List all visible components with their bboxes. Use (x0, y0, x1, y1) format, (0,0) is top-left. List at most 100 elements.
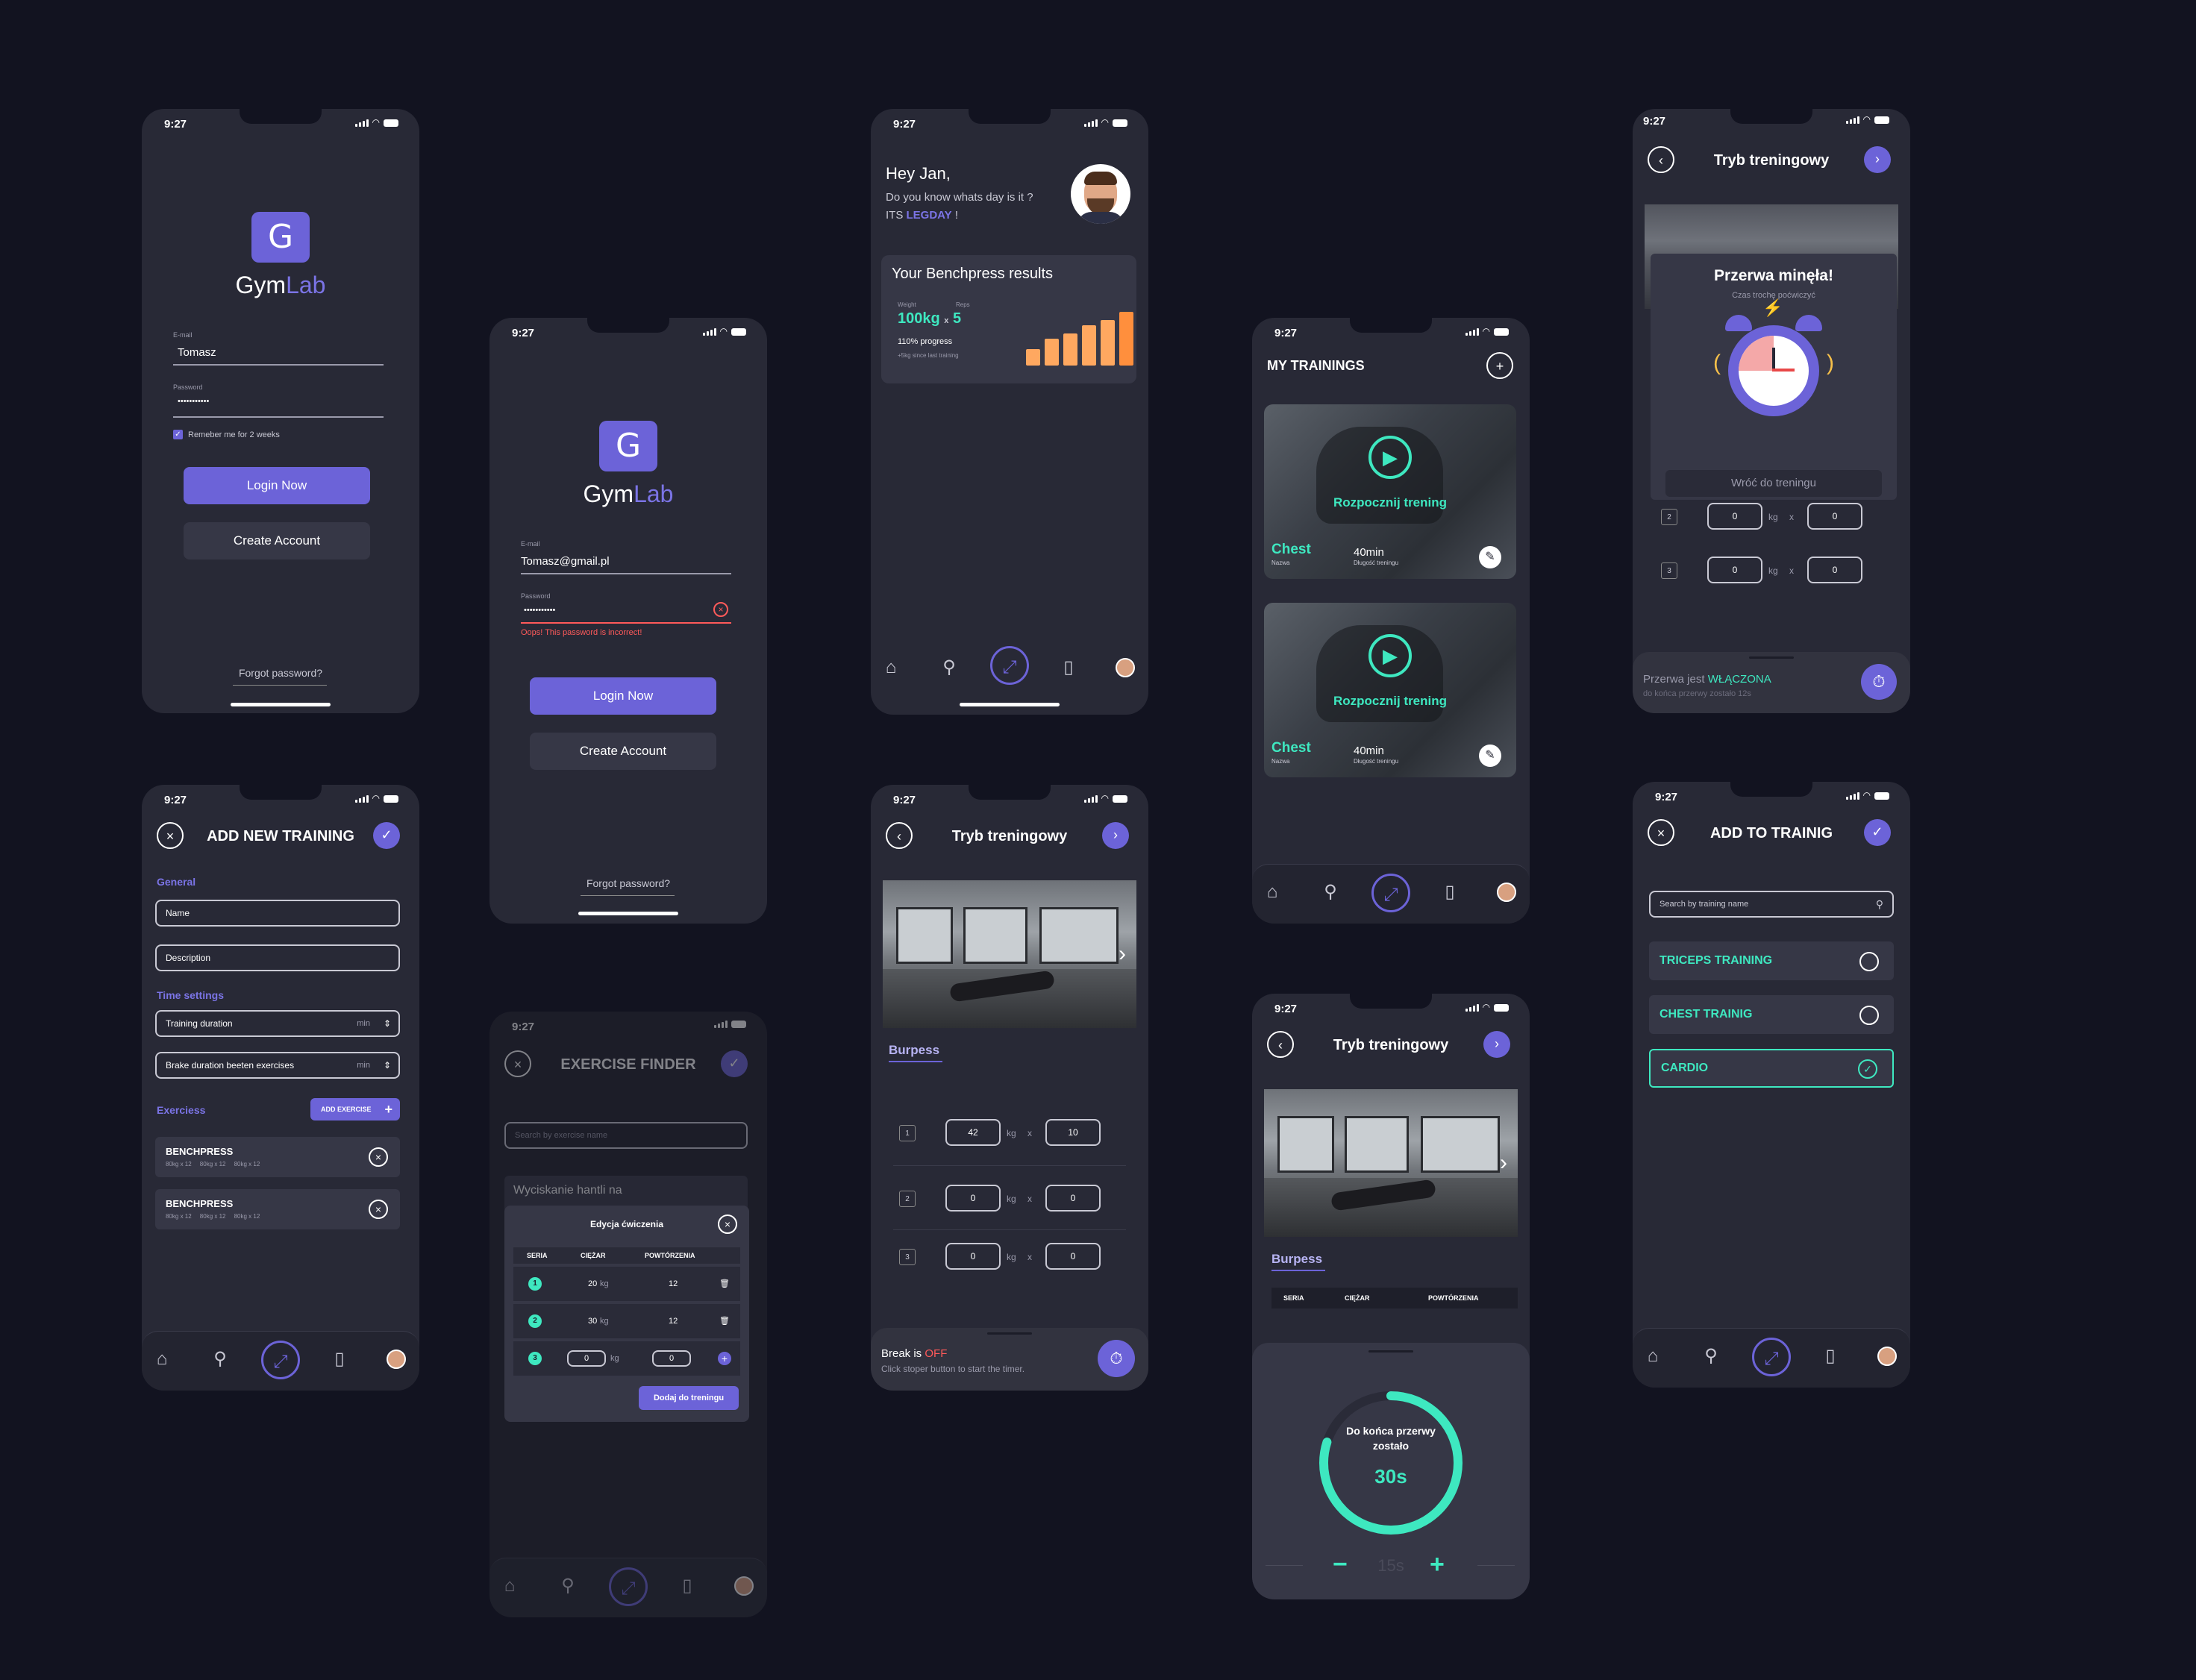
weight-input[interactable]: 0 (1707, 503, 1762, 530)
forgot-password-link[interactable]: Forgot password? (489, 877, 767, 889)
start-training-cta[interactable]: Rozpocznij trening (1264, 694, 1516, 709)
trash-icon[interactable]: 🗑 (719, 1267, 730, 1301)
radio-icon[interactable] (1859, 952, 1879, 971)
progress-text: 110% progress (898, 337, 953, 346)
timer-value: 30s (1374, 1465, 1407, 1488)
home-icon[interactable]: ⌂ (880, 656, 902, 679)
exercise-search-input[interactable]: Search by exercise name (504, 1122, 748, 1149)
photo-next-icon[interactable]: › (1500, 1150, 1507, 1176)
reps-input[interactable]: 0 (1045, 1243, 1101, 1270)
play-icon[interactable]: ▶ (1368, 634, 1412, 677)
dumbbell-icon[interactable]: ⤢ (609, 1567, 648, 1606)
confirm-check-icon[interactable]: ✓ (1864, 819, 1891, 846)
profile-avatar-icon[interactable] (387, 1350, 406, 1369)
next-arrow-icon[interactable]: › (1102, 822, 1129, 849)
avatar[interactable] (1071, 164, 1130, 224)
home-icon[interactable]: ⌂ (151, 1348, 173, 1370)
login-button[interactable]: Login Now (184, 467, 370, 504)
search-icon[interactable]: ⚲ (938, 656, 960, 679)
photo-next-icon[interactable]: › (1119, 941, 1126, 967)
weight-input[interactable]: 42 (945, 1119, 1001, 1146)
reps-input[interactable]: 0 (1045, 1185, 1101, 1212)
remove-exercise-icon[interactable]: × (369, 1200, 388, 1219)
add-set-icon[interactable]: + (718, 1352, 731, 1365)
reps-input[interactable]: 0 (1807, 503, 1862, 530)
weight-input[interactable]: 0 (1707, 557, 1762, 583)
start-training-cta[interactable]: Rozpocznij trening (1264, 495, 1516, 510)
profile-avatar-icon[interactable] (1497, 883, 1516, 902)
training-card[interactable]: ▶ Rozpocznij trening Chest Nazwa 40min D… (1264, 404, 1516, 579)
exercise-row[interactable]: BENCHPRESS 80kg x 12 80kg x 12 80kg x 12… (155, 1137, 400, 1177)
stepper-icon[interactable]: ⇕ (384, 1012, 391, 1035)
benchpress-card[interactable]: Your Benchpress results Weight Reps 100k… (881, 255, 1136, 383)
search-icon[interactable]: ⚲ (1319, 881, 1342, 903)
dumbbell-icon[interactable]: ⤢ (261, 1341, 300, 1379)
training-search-input[interactable]: Search by training name ⚲ (1649, 891, 1894, 918)
search-icon[interactable]: ⚲ (557, 1575, 579, 1597)
dumbbell-icon[interactable]: ⤢ (1752, 1338, 1791, 1376)
weight-input[interactable]: 0 (567, 1350, 606, 1367)
password-field[interactable]: ••••••••••• (178, 397, 209, 406)
stopwatch-icon[interactable]: ⏱ (1098, 1340, 1135, 1377)
reps-input[interactable]: 0 (652, 1350, 691, 1367)
next-arrow-icon[interactable]: › (1483, 1031, 1510, 1058)
profile-avatar-icon[interactable] (1877, 1347, 1897, 1366)
add-exercise-button[interactable]: ADD EXERCISE + (310, 1098, 400, 1120)
edit-pencil-icon[interactable]: ✎ (1479, 546, 1501, 568)
home-icon[interactable]: ⌂ (1642, 1345, 1664, 1367)
wifi-icon: ◠ (372, 117, 380, 128)
add-to-training-button[interactable]: Dodaj do treningu (639, 1386, 739, 1410)
weight-input[interactable]: 0 (945, 1243, 1001, 1270)
description-input[interactable]: Description (155, 944, 400, 971)
back-to-training-button[interactable]: Wróć do treningu (1665, 470, 1882, 497)
email-field[interactable]: Tomasz@gmail.pl (521, 555, 610, 568)
training-option[interactable]: TRICEPS TRAINING (1649, 941, 1894, 980)
edit-pencil-icon[interactable]: ✎ (1479, 745, 1501, 767)
book-icon[interactable]: ▯ (1439, 881, 1461, 903)
name-input[interactable]: Name (155, 900, 400, 927)
reps-input[interactable]: 0 (1807, 557, 1862, 583)
training-card[interactable]: ▶ Rozpocznij trening Chest Nazwa 40min D… (1264, 603, 1516, 777)
book-icon[interactable]: ▯ (1057, 656, 1080, 679)
play-icon[interactable]: ▶ (1368, 436, 1412, 479)
training-option[interactable]: CHEST TRAINIG (1649, 995, 1894, 1034)
search-icon[interactable]: ⚲ (209, 1348, 231, 1370)
profile-avatar-icon[interactable] (1116, 658, 1135, 677)
radio-icon[interactable] (1859, 1006, 1879, 1025)
remember-checkbox[interactable]: ✓ (173, 430, 183, 439)
modal-close-icon[interactable]: × (718, 1214, 737, 1234)
dumbbell-icon[interactable]: ⤢ (990, 646, 1029, 685)
trash-icon[interactable]: 🗑 (719, 1304, 730, 1338)
brake-duration-input[interactable]: Brake duration beeten exercises min ⇕ (155, 1052, 400, 1079)
increase-icon[interactable]: + (1430, 1552, 1445, 1577)
search-icon[interactable]: ⚲ (1700, 1345, 1722, 1367)
home-icon[interactable]: ⌂ (498, 1575, 521, 1597)
login-button[interactable]: Login Now (530, 677, 716, 715)
home-icon[interactable]: ⌂ (1261, 881, 1283, 903)
stepper-icon[interactable]: ⇕ (384, 1053, 391, 1077)
next-arrow-icon[interactable]: › (1864, 146, 1891, 173)
remove-exercise-icon[interactable]: × (369, 1147, 388, 1167)
book-icon[interactable]: ▯ (1819, 1345, 1842, 1367)
exercise-row[interactable]: BENCHPRESS 80kg x 12 80kg x 12 80kg x 12… (155, 1189, 400, 1229)
forgot-password-link[interactable]: Forgot password? (142, 667, 419, 679)
create-account-button[interactable]: Create Account (184, 522, 370, 560)
weight-input[interactable]: 0 (945, 1185, 1001, 1212)
book-icon[interactable]: ▯ (676, 1575, 698, 1597)
profile-avatar-icon[interactable] (734, 1576, 754, 1596)
add-training-icon[interactable]: + (1486, 352, 1513, 379)
reps-input[interactable]: 10 (1045, 1119, 1101, 1146)
search-icon[interactable]: ⚲ (1876, 892, 1883, 916)
password-field[interactable]: ••••••••••• (524, 606, 555, 615)
stopwatch-icon[interactable]: ⏱ (1861, 664, 1897, 700)
book-icon[interactable]: ▯ (328, 1348, 351, 1370)
confirm-check-icon[interactable]: ✓ (721, 1050, 748, 1077)
password-error: Oops! This password is incorrect! (521, 628, 642, 637)
email-field[interactable]: Tomasz (178, 346, 216, 359)
confirm-check-icon[interactable]: ✓ (373, 822, 400, 849)
create-account-button[interactable]: Create Account (530, 733, 716, 770)
dumbbell-icon[interactable]: ⤢ (1371, 874, 1410, 912)
check-circle-icon[interactable]: ✓ (1858, 1059, 1877, 1079)
training-option-selected[interactable]: CARDIO ✓ (1649, 1049, 1894, 1088)
training-duration-input[interactable]: Training duration min ⇕ (155, 1010, 400, 1037)
